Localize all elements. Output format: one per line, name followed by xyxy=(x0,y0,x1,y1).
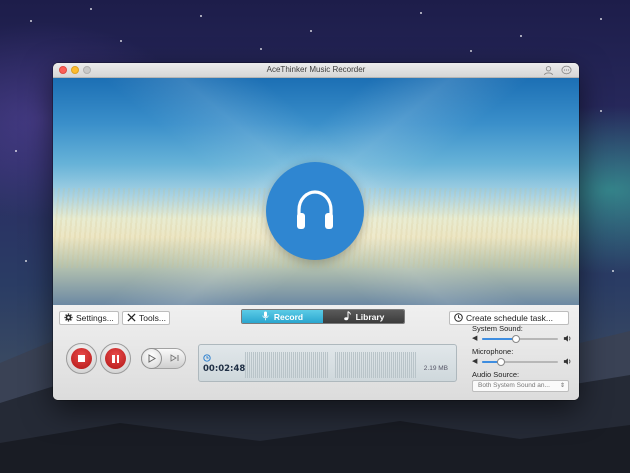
play-button[interactable] xyxy=(141,348,162,369)
create-schedule-task-button[interactable]: Create schedule task... xyxy=(449,311,569,325)
hero-banner xyxy=(53,78,579,305)
recording-display: 00:02:48 2.19 MB xyxy=(198,344,457,382)
waveform-left xyxy=(245,352,329,378)
tab-library-label: Library xyxy=(355,311,385,322)
chevron-updown-icon: ⇕ xyxy=(559,383,565,389)
title-bar[interactable]: AceThinker Music Recorder xyxy=(53,63,579,78)
volume-low-icon: ◀ xyxy=(472,335,478,342)
gear-icon xyxy=(64,312,73,324)
stop-icon xyxy=(71,348,92,369)
microphone-slider[interactable]: ◀ xyxy=(472,357,571,367)
skip-forward-icon[interactable] xyxy=(170,353,180,365)
user-icon[interactable] xyxy=(543,65,554,76)
volume-high-icon xyxy=(563,334,572,347)
volume-low-icon: ◀ xyxy=(472,358,478,365)
clock-icon xyxy=(454,312,463,324)
system-sound-thumb[interactable] xyxy=(512,335,521,343)
tools-label: Tools... xyxy=(139,313,166,323)
system-sound-slider[interactable]: ◀ xyxy=(472,334,571,344)
file-size: 2.19 MB xyxy=(423,365,448,372)
elapsed-time: 00:02:48 xyxy=(203,364,246,374)
app-window: AceThinker Music Recorder Settings... To… xyxy=(53,63,579,400)
microphone-label: Microphone: xyxy=(472,347,514,356)
chat-icon[interactable] xyxy=(561,65,572,76)
audio-source-label: Audio Source: xyxy=(472,370,520,379)
settings-button[interactable]: Settings... xyxy=(59,311,119,325)
play-icon xyxy=(148,354,156,363)
microphone-thumb[interactable] xyxy=(497,358,505,366)
audio-source-select[interactable]: Both System Sound an... ⇕ xyxy=(472,380,569,392)
system-sound-label: System Sound: xyxy=(472,324,523,333)
wrench-icon xyxy=(127,312,136,324)
pause-button[interactable] xyxy=(100,343,131,374)
schedule-label: Create schedule task... xyxy=(466,313,553,323)
tab-record[interactable]: Record xyxy=(242,310,323,323)
waveform-right xyxy=(335,352,417,378)
mode-tabs: Record Library xyxy=(241,309,405,324)
headphones-icon xyxy=(266,162,364,260)
settings-label: Settings... xyxy=(76,313,114,323)
playback-control xyxy=(141,348,186,369)
control-panel: Settings... Tools... Record Library Crea… xyxy=(53,305,579,400)
audio-source-value: Both System Sound an... xyxy=(478,382,550,389)
tools-button[interactable]: Tools... xyxy=(122,311,170,325)
microphone-icon xyxy=(262,311,269,323)
stop-button[interactable] xyxy=(66,343,97,374)
timer-icon xyxy=(203,349,211,362)
pause-icon xyxy=(105,348,126,369)
tab-record-label: Record xyxy=(273,311,304,322)
tab-library[interactable]: Library xyxy=(323,310,404,323)
music-note-icon xyxy=(343,310,351,323)
volume-high-icon xyxy=(563,357,572,370)
window-title: AceThinker Music Recorder xyxy=(266,65,366,74)
